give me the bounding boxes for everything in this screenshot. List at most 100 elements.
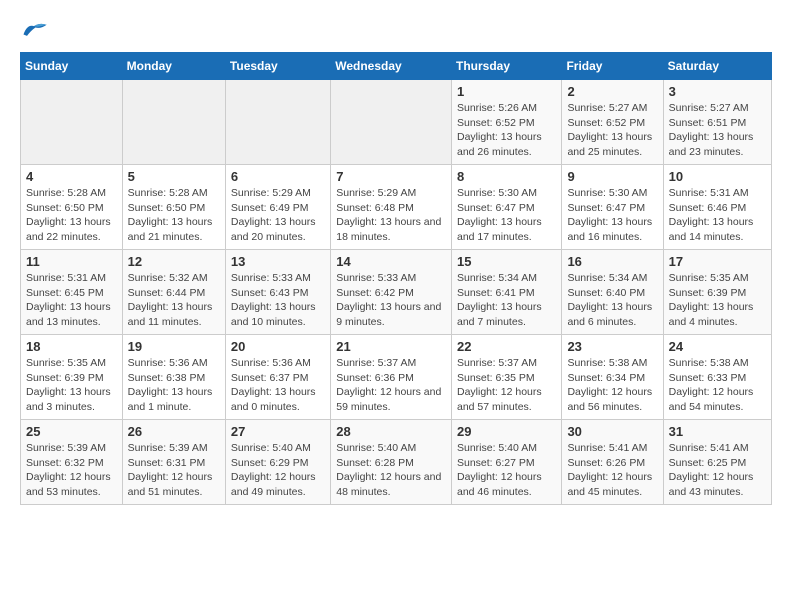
day-number: 1 — [457, 84, 556, 99]
day-info: Sunrise: 5:41 AM Sunset: 6:26 PM Dayligh… — [567, 441, 657, 500]
day-info: Sunrise: 5:29 AM Sunset: 6:49 PM Dayligh… — [231, 186, 325, 245]
calendar-cell — [21, 80, 123, 165]
day-info: Sunrise: 5:41 AM Sunset: 6:25 PM Dayligh… — [669, 441, 766, 500]
day-number: 10 — [669, 169, 766, 184]
calendar-week-row: 4 Sunrise: 5:28 AM Sunset: 6:50 PM Daylig… — [21, 165, 772, 250]
day-info: Sunrise: 5:28 AM Sunset: 6:50 PM Dayligh… — [128, 186, 220, 245]
day-info: Sunrise: 5:40 AM Sunset: 6:29 PM Dayligh… — [231, 441, 325, 500]
calendar-cell: 11 Sunrise: 5:31 AM Sunset: 6:45 PM Dayli… — [21, 250, 123, 335]
calendar-header-friday: Friday — [562, 53, 663, 80]
calendar-cell: 7Sunrise: 5:29 AM Sunset: 6:48 PM Daylig… — [331, 165, 452, 250]
day-info: Sunrise: 5:29 AM Sunset: 6:48 PM Dayligh… — [336, 186, 446, 245]
calendar-week-row: 25 Sunrise: 5:39 AM Sunset: 6:32 PM Dayli… — [21, 420, 772, 505]
day-number: 27 — [231, 424, 325, 439]
calendar-cell: 9 Sunrise: 5:30 AM Sunset: 6:47 PM Daylig… — [562, 165, 663, 250]
calendar-week-row: 11 Sunrise: 5:31 AM Sunset: 6:45 PM Dayli… — [21, 250, 772, 335]
day-number: 3 — [669, 84, 766, 99]
page-header — [20, 20, 772, 42]
day-number: 8 — [457, 169, 556, 184]
calendar-cell: 26 Sunrise: 5:39 AM Sunset: 6:31 PM Dayli… — [122, 420, 225, 505]
day-number: 5 — [128, 169, 220, 184]
day-info: Sunrise: 5:39 AM Sunset: 6:31 PM Dayligh… — [128, 441, 220, 500]
calendar-cell: 12 Sunrise: 5:32 AM Sunset: 6:44 PM Dayli… — [122, 250, 225, 335]
day-info: Sunrise: 5:35 AM Sunset: 6:39 PM Dayligh… — [669, 271, 766, 330]
day-number: 30 — [567, 424, 657, 439]
day-info: Sunrise: 5:34 AM Sunset: 6:40 PM Dayligh… — [567, 271, 657, 330]
day-number: 24 — [669, 339, 766, 354]
calendar-cell: 23 Sunrise: 5:38 AM Sunset: 6:34 PM Dayli… — [562, 335, 663, 420]
day-number: 29 — [457, 424, 556, 439]
day-info: Sunrise: 5:31 AM Sunset: 6:45 PM Dayligh… — [26, 271, 117, 330]
calendar-cell: 18 Sunrise: 5:35 AM Sunset: 6:39 PM Dayli… — [21, 335, 123, 420]
calendar-cell: 8Sunrise: 5:30 AM Sunset: 6:47 PM Daylig… — [451, 165, 561, 250]
calendar-cell: 4 Sunrise: 5:28 AM Sunset: 6:50 PM Daylig… — [21, 165, 123, 250]
calendar-cell: 16 Sunrise: 5:34 AM Sunset: 6:40 PM Dayli… — [562, 250, 663, 335]
day-info: Sunrise: 5:31 AM Sunset: 6:46 PM Dayligh… — [669, 186, 766, 245]
day-info: Sunrise: 5:36 AM Sunset: 6:37 PM Dayligh… — [231, 356, 325, 415]
day-number: 9 — [567, 169, 657, 184]
day-number: 14 — [336, 254, 446, 269]
calendar-header-thursday: Thursday — [451, 53, 561, 80]
logo-icon — [20, 20, 48, 42]
day-number: 12 — [128, 254, 220, 269]
day-number: 28 — [336, 424, 446, 439]
day-info: Sunrise: 5:35 AM Sunset: 6:39 PM Dayligh… — [26, 356, 117, 415]
calendar-cell: 10 Sunrise: 5:31 AM Sunset: 6:46 PM Dayli… — [663, 165, 771, 250]
calendar-cell: 24 Sunrise: 5:38 AM Sunset: 6:33 PM Dayli… — [663, 335, 771, 420]
calendar-cell: 15Sunrise: 5:34 AM Sunset: 6:41 PM Dayli… — [451, 250, 561, 335]
calendar-cell: 29 Sunrise: 5:40 AM Sunset: 6:27 PM Dayli… — [451, 420, 561, 505]
day-info: Sunrise: 5:33 AM Sunset: 6:43 PM Dayligh… — [231, 271, 325, 330]
day-number: 23 — [567, 339, 657, 354]
day-number: 26 — [128, 424, 220, 439]
day-number: 11 — [26, 254, 117, 269]
day-number: 25 — [26, 424, 117, 439]
calendar-table: SundayMondayTuesdayWednesdayThursdayFrid… — [20, 52, 772, 505]
day-number: 20 — [231, 339, 325, 354]
day-number: 19 — [128, 339, 220, 354]
calendar-cell: 22Sunrise: 5:37 AM Sunset: 6:35 PM Dayli… — [451, 335, 561, 420]
calendar-header-saturday: Saturday — [663, 53, 771, 80]
day-number: 13 — [231, 254, 325, 269]
calendar-header-monday: Monday — [122, 53, 225, 80]
calendar-cell: 31 Sunrise: 5:41 AM Sunset: 6:25 PM Dayli… — [663, 420, 771, 505]
calendar-cell: 25 Sunrise: 5:39 AM Sunset: 6:32 PM Dayli… — [21, 420, 123, 505]
day-info: Sunrise: 5:30 AM Sunset: 6:47 PM Dayligh… — [567, 186, 657, 245]
day-number: 15 — [457, 254, 556, 269]
calendar-cell: 5 Sunrise: 5:28 AM Sunset: 6:50 PM Daylig… — [122, 165, 225, 250]
calendar-cell — [225, 80, 330, 165]
day-number: 21 — [336, 339, 446, 354]
day-number: 16 — [567, 254, 657, 269]
calendar-cell: 13 Sunrise: 5:33 AM Sunset: 6:43 PM Dayli… — [225, 250, 330, 335]
calendar-header-wednesday: Wednesday — [331, 53, 452, 80]
calendar-cell: 3 Sunrise: 5:27 AM Sunset: 6:51 PM Daylig… — [663, 80, 771, 165]
day-info: Sunrise: 5:26 AM Sunset: 6:52 PM Dayligh… — [457, 101, 556, 160]
day-info: Sunrise: 5:40 AM Sunset: 6:27 PM Dayligh… — [457, 441, 556, 500]
calendar-header-tuesday: Tuesday — [225, 53, 330, 80]
calendar-header-sunday: Sunday — [21, 53, 123, 80]
day-number: 6 — [231, 169, 325, 184]
day-info: Sunrise: 5:37 AM Sunset: 6:36 PM Dayligh… — [336, 356, 446, 415]
calendar-cell: 17 Sunrise: 5:35 AM Sunset: 6:39 PM Dayli… — [663, 250, 771, 335]
day-number: 31 — [669, 424, 766, 439]
day-number: 17 — [669, 254, 766, 269]
calendar-cell: 27 Sunrise: 5:40 AM Sunset: 6:29 PM Dayli… — [225, 420, 330, 505]
day-info: Sunrise: 5:38 AM Sunset: 6:33 PM Dayligh… — [669, 356, 766, 415]
calendar-cell: 30 Sunrise: 5:41 AM Sunset: 6:26 PM Dayli… — [562, 420, 663, 505]
day-info: Sunrise: 5:39 AM Sunset: 6:32 PM Dayligh… — [26, 441, 117, 500]
day-info: Sunrise: 5:32 AM Sunset: 6:44 PM Dayligh… — [128, 271, 220, 330]
calendar-cell — [331, 80, 452, 165]
day-info: Sunrise: 5:36 AM Sunset: 6:38 PM Dayligh… — [128, 356, 220, 415]
calendar-cell: 21 Sunrise: 5:37 AM Sunset: 6:36 PM Dayli… — [331, 335, 452, 420]
day-info: Sunrise: 5:37 AM Sunset: 6:35 PM Dayligh… — [457, 356, 556, 415]
calendar-header-row: SundayMondayTuesdayWednesdayThursdayFrid… — [21, 53, 772, 80]
calendar-week-row: 18 Sunrise: 5:35 AM Sunset: 6:39 PM Dayli… — [21, 335, 772, 420]
day-info: Sunrise: 5:28 AM Sunset: 6:50 PM Dayligh… — [26, 186, 117, 245]
calendar-cell — [122, 80, 225, 165]
day-info: Sunrise: 5:38 AM Sunset: 6:34 PM Dayligh… — [567, 356, 657, 415]
day-number: 2 — [567, 84, 657, 99]
day-info: Sunrise: 5:27 AM Sunset: 6:52 PM Dayligh… — [567, 101, 657, 160]
day-number: 18 — [26, 339, 117, 354]
day-info: Sunrise: 5:27 AM Sunset: 6:51 PM Dayligh… — [669, 101, 766, 160]
day-info: Sunrise: 5:33 AM Sunset: 6:42 PM Dayligh… — [336, 271, 446, 330]
day-number: 4 — [26, 169, 117, 184]
